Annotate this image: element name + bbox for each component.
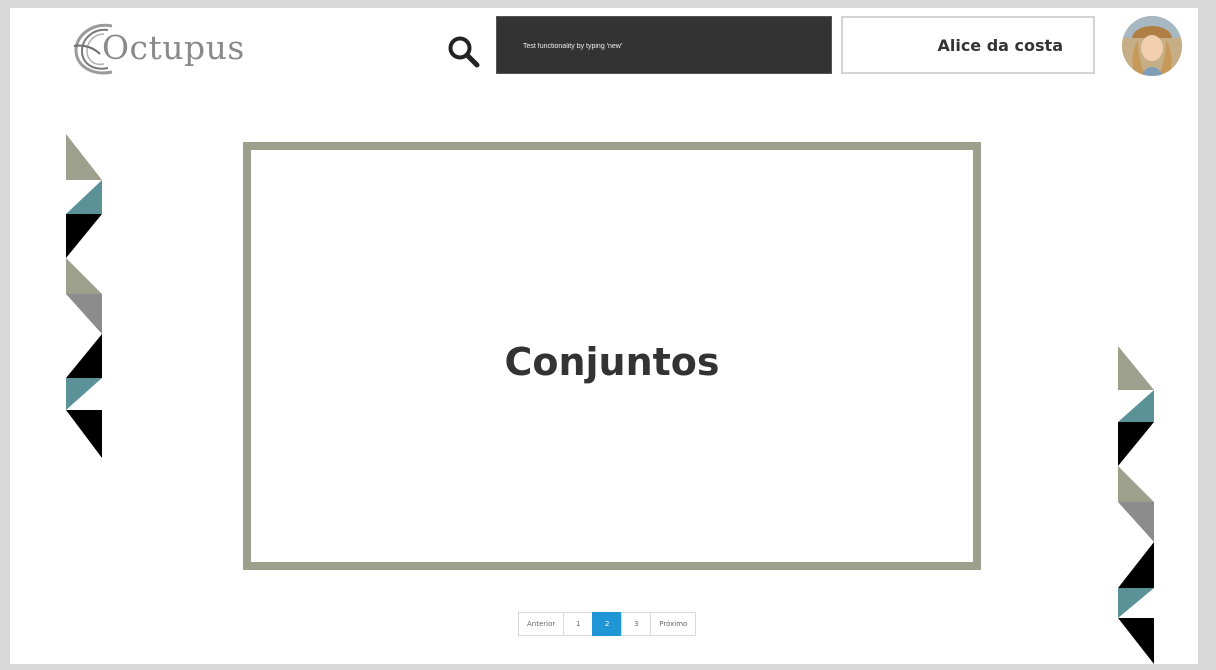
page: Octupus Alice da costa [10, 8, 1198, 664]
pagination-previous[interactable]: Anterior [518, 612, 565, 636]
pagination-page-1[interactable]: 1 [563, 612, 594, 636]
avatar[interactable] [1122, 16, 1182, 76]
search-box[interactable] [496, 16, 832, 74]
right-triangle-decoration [1118, 346, 1154, 664]
search-icon[interactable] [446, 34, 482, 70]
left-triangle-decoration [66, 134, 102, 458]
logo-text: Octupus [102, 28, 245, 67]
avatar-image [1122, 16, 1182, 76]
user-name: Alice da costa [937, 36, 1063, 55]
user-menu[interactable]: Alice da costa [841, 16, 1095, 74]
sets-card[interactable]: Conjuntos [243, 142, 981, 570]
pagination-page-3[interactable]: 3 [621, 612, 652, 636]
pagination-next[interactable]: Próximo [650, 612, 697, 636]
logo[interactable]: Octupus [70, 18, 280, 80]
search-input[interactable] [521, 37, 815, 55]
pagination: Anterior 1 2 3 Próximo [518, 612, 697, 636]
card-title: Conjuntos [504, 340, 720, 384]
pagination-page-2[interactable]: 2 [592, 612, 623, 636]
